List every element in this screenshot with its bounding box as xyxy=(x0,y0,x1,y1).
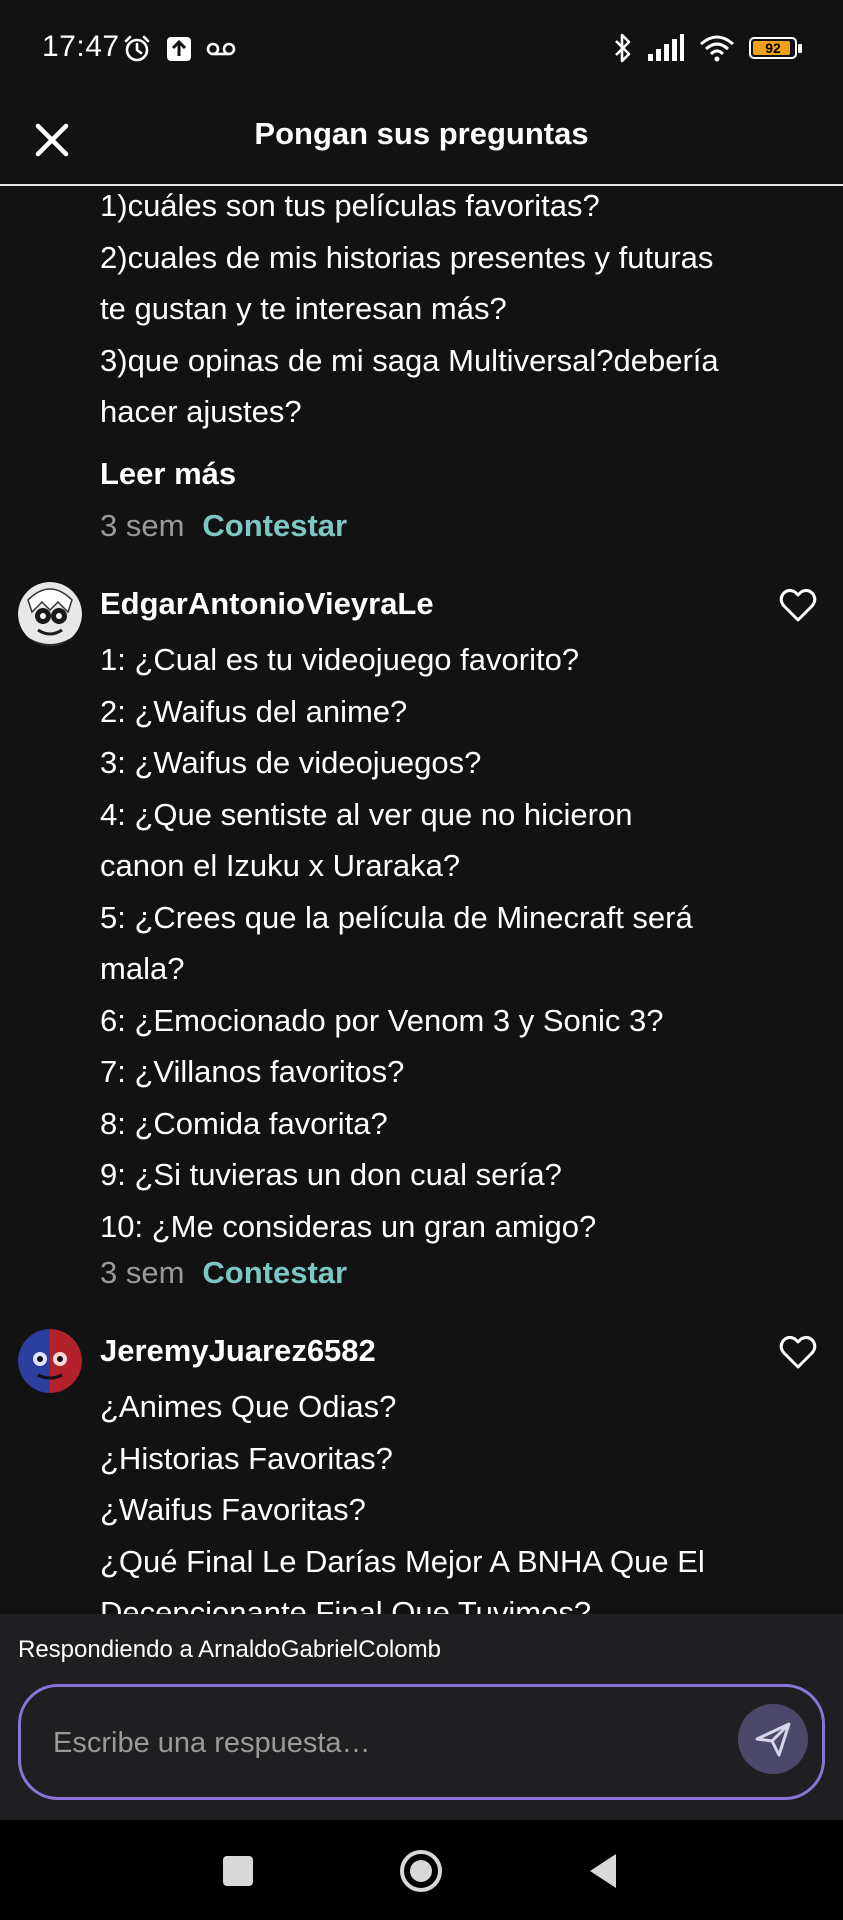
back-icon[interactable] xyxy=(582,1848,628,1894)
avatar[interactable] xyxy=(18,1329,82,1393)
comment-meta: 3 sem Contestar xyxy=(100,508,347,544)
replying-to-label: Respondiendo a ArnaldoGabrielColomb xyxy=(18,1636,441,1663)
comment-body: ¿Animes Que Odias? ¿Historias Favoritas?… xyxy=(100,1381,750,1614)
comment-line: 5: ¿Crees que la película de Minecraft s… xyxy=(100,899,693,935)
battery-level: 92 xyxy=(765,40,781,56)
comment-line: 8: ¿Comida favorita? xyxy=(100,1105,388,1141)
comment-time: 3 sem xyxy=(100,1255,185,1290)
reply-input-container[interactable] xyxy=(18,1684,825,1800)
status-icons-right: 92 xyxy=(613,32,802,64)
reply-input[interactable] xyxy=(51,1687,735,1799)
home-icon[interactable] xyxy=(398,1848,444,1894)
page-title: Pongan sus preguntas xyxy=(254,116,589,151)
heart-icon[interactable] xyxy=(779,1334,817,1372)
comment-line: 1: ¿Cual es tu videojuego favorito? xyxy=(100,642,580,677)
comment-line: ¿Animes Que Odias? xyxy=(100,1389,397,1424)
header: Pongan sus preguntas xyxy=(0,100,843,186)
avatar[interactable] xyxy=(18,582,82,646)
comment-line: 10: ¿Me consideras un gran amigo? xyxy=(100,1208,597,1244)
comment-line: 3: ¿Waifus de videojuegos? xyxy=(100,745,482,780)
comment-line: canon el Izuku x Uraraka? xyxy=(100,848,461,883)
comment-username[interactable]: JeremyJuarez6582 xyxy=(100,1333,376,1369)
status-bar: 17:47 92 xyxy=(0,0,843,100)
status-time: 17:47 xyxy=(42,30,120,63)
reply-link[interactable]: Contestar xyxy=(202,1255,347,1291)
read-more-link[interactable]: Leer más xyxy=(100,456,236,492)
comment-line: 3)que opinas de mi saga Multiversal?debe… xyxy=(100,342,719,378)
comment-line: 2: ¿Waifus del anime? xyxy=(100,693,408,729)
battery-icon: 92 xyxy=(749,37,802,59)
send-button[interactable] xyxy=(738,1704,808,1774)
comment-body: 1)cuáles son tus películas favoritas? 2)… xyxy=(100,186,750,438)
comment-time: 3 sem xyxy=(100,508,185,543)
comment-line: hacer ajustes? xyxy=(100,394,302,429)
comment-line: 6: ¿Emocionado por Venom 3 y Sonic 3? xyxy=(100,1002,664,1038)
comment-line: 1)cuáles son tus películas favoritas? xyxy=(100,188,600,223)
reply-link[interactable]: Contestar xyxy=(202,508,347,544)
comment-line: mala? xyxy=(100,951,185,986)
comment-line: te gustan y te interesan más? xyxy=(100,291,507,326)
comments-list[interactable]: 1)cuáles son tus películas favoritas? 2)… xyxy=(0,186,843,1614)
reply-bar: Respondiendo a ArnaldoGabrielColomb xyxy=(0,1614,843,1820)
recent-apps-icon[interactable] xyxy=(215,1848,261,1894)
wifi-icon xyxy=(700,35,734,62)
voicemail-icon xyxy=(206,42,236,56)
signal-icon xyxy=(648,34,684,61)
comment-line: 7: ¿Villanos favoritos? xyxy=(100,1054,405,1089)
comment-line: ¿Qué Final Le Darías Mejor A BNHA Que El xyxy=(100,1543,705,1579)
comment-line: ¿Waifus Favoritas? xyxy=(100,1492,366,1527)
alarm-icon xyxy=(124,35,150,62)
status-icons-left xyxy=(122,34,236,64)
system-nav-bar xyxy=(0,1820,843,1920)
comment-line: Decepcionante Final Que Tuvimos? xyxy=(100,1595,592,1614)
heart-icon[interactable] xyxy=(779,587,817,625)
comment-line: 2)cuales de mis historias presentes y fu… xyxy=(100,239,714,275)
bluetooth-icon xyxy=(615,33,631,63)
comment-line: 9: ¿Si tuvieras un don cual sería? xyxy=(100,1157,562,1192)
comment-line: 4: ¿Que sentiste al ver que no hicieron xyxy=(100,796,633,832)
send-icon xyxy=(755,1722,791,1757)
comment-username[interactable]: EdgarAntonioVieyraLe xyxy=(100,586,434,622)
comment-meta: 3 sem Contestar xyxy=(100,1255,347,1291)
comment-line: ¿Historias Favoritas? xyxy=(100,1440,393,1476)
comment-body: 1: ¿Cual es tu videojuego favorito? 2: ¿… xyxy=(100,634,750,1252)
upload-notification-icon xyxy=(167,37,191,61)
